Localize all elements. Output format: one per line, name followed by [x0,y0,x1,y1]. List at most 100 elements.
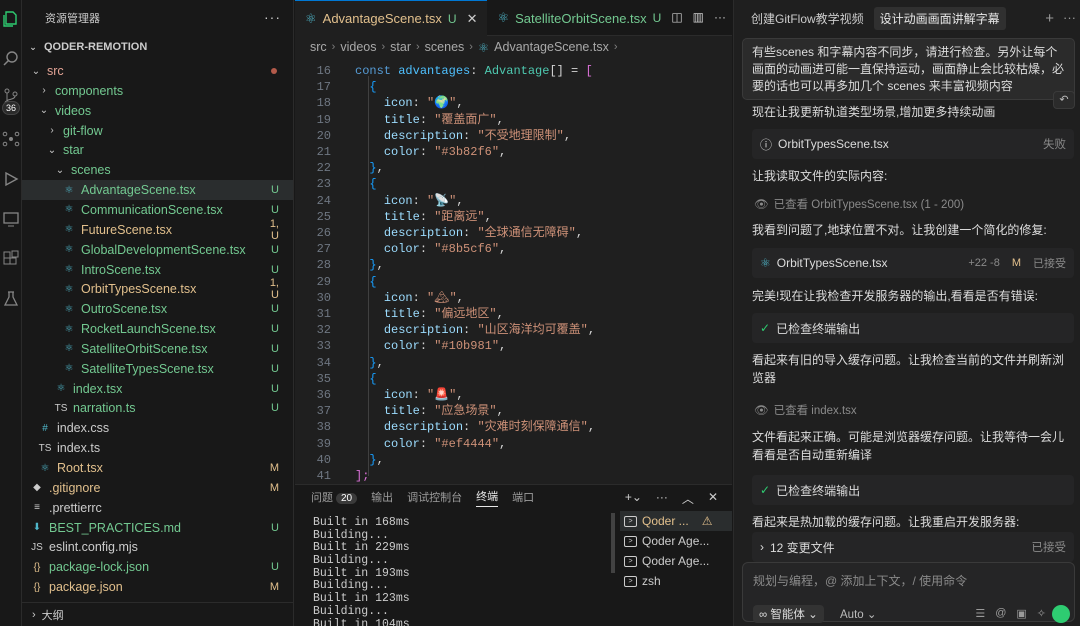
file-item[interactable]: TS index.ts [22,438,293,458]
explorer-icon[interactable] [2,10,20,28]
chat-tab-active[interactable]: 设计动画画面讲解字幕 [873,6,1006,30]
chevron-down-icon: ⌄ [47,144,57,156]
tab-advantage-scene[interactable]: ⚛ AdvantageScene.tsx U ✕ [295,0,488,36]
tab-satellite-orbit-scene[interactable]: ⚛ SatelliteOrbitScene.tsx U [487,0,671,36]
graph-icon[interactable] [2,130,20,148]
line-number: 35 [316,371,331,386]
file-item[interactable]: ⚛ SatelliteTypesScene.tsx U [22,359,293,379]
terminal-scrollbar[interactable] [611,513,615,573]
model-select[interactable]: Auto ⌄ [840,607,877,621]
file-item[interactable]: ⬇ BEST_PRACTICES.md U [22,518,293,538]
breadcrumb-item[interactable]: videos [340,40,376,54]
maximize-panel-icon[interactable]: ︿ [682,490,694,507]
at-icon[interactable]: @ [995,607,1006,620]
folder-item[interactable]: ⌄ videos [22,101,293,121]
terminal-output[interactable]: Built in 168ms Building... Built in 229ms B… [313,516,603,626]
terminal-instance[interactable]: > Qoder Age... [620,531,732,551]
file-item[interactable]: {} package.json M [22,577,293,597]
terminal-instance[interactable]: > Qoder Age... [620,551,732,571]
file-item[interactable]: ⚛ index.tsx U [22,379,293,399]
more-actions-icon[interactable]: ··· [656,490,668,507]
tab-terminal[interactable]: 终端 [476,488,499,507]
chat-tab[interactable]: 创建GitFlow教学视频 [751,10,864,27]
breadcrumb-item[interactable]: src [310,40,327,54]
more-actions-icon[interactable]: ··· [1063,10,1076,25]
file-item[interactable]: # index.css [22,418,293,438]
list-icon[interactable]: ☰ [975,607,985,620]
folder-item[interactable]: ⌄ scenes [22,160,293,180]
file-name: BEST_PRACTICES.md [49,520,181,535]
editor-area: ⚛ AdvantageScene.tsx U ✕ ⚛ SatelliteOrbi… [295,0,732,484]
tool-card-terminal[interactable]: ✓ 已检查终端输出 [752,313,1074,343]
testing-flask-icon[interactable] [2,290,20,308]
outline-section[interactable]: › 大纲 [22,602,293,626]
folder-item[interactable]: ⌄ src [22,61,293,81]
more-actions-icon[interactable]: ··· [264,9,281,25]
file-item[interactable]: JS eslint.config.mjs [22,537,293,557]
css-file-icon: # [42,422,48,434]
send-button[interactable] [1052,605,1070,623]
file-item[interactable]: ⚛ IntroScene.tsx U [22,260,293,280]
file-item[interactable]: ⚛ Root.tsx M [22,458,293,478]
tsx-file-icon: ⚛ [64,244,74,256]
changed-files-card[interactable]: › 12 变更文件 已接受 [752,532,1074,562]
line-number: 17 [316,80,331,95]
tab-ports[interactable]: 端口 [512,489,534,505]
sparkle-icon[interactable]: ✧ [1037,607,1046,620]
ts-file-icon: TS [38,442,52,454]
eye-icon: 👁 [754,405,769,417]
folder-item[interactable]: › git-flow [22,121,293,141]
new-chat-icon[interactable]: + [1045,10,1054,27]
folder-item[interactable]: › components [22,81,293,101]
git-status: 1, U [269,217,279,242]
react-icon: ⚛ [760,256,771,270]
file-item[interactable]: ⚛ OutroScene.tsx U [22,299,293,319]
project-root[interactable]: ⌄ QODER-REMOTION [22,38,293,56]
compare-icon[interactable]: ◫ [671,10,682,24]
tab-debug-console[interactable]: 调试控制台 [407,489,462,505]
chat-input-box: 规划与编程，@ 添加上下文，/ 使用命令 ∞ 智能体 ⌄ Auto ⌄ ☰ @ … [742,562,1075,623]
tool-card-failed[interactable]: ⓘ OrbitTypesScene.tsx 失败 [752,129,1074,159]
viewed-file[interactable]: 👁 已查看 OrbitTypesScene.tsx (1 - 200) [754,196,964,212]
image-icon[interactable]: ▣ [1016,607,1026,620]
file-item[interactable]: ⚛ AdvantageScene.tsx U [22,180,293,201]
breadcrumb-item[interactable]: AdvantageScene.tsx [494,40,609,54]
more-actions-icon[interactable]: ··· [714,10,726,24]
file-item[interactable]: TS narration.ts U [22,398,293,418]
file-item[interactable]: ⚛ GlobalDevelopmentScene.tsx U [22,240,293,260]
split-editor-icon[interactable]: ▥ [693,10,704,24]
breadcrumb-item[interactable]: scenes [425,40,465,54]
terminal-instance[interactable]: > zsh [620,571,732,591]
chat-input[interactable]: 规划与编程，@ 添加上下文，/ 使用命令 [753,572,967,589]
tool-card-terminal[interactable]: ✓ 已检查终端输出 [752,475,1074,505]
file-item[interactable]: ⚛ OrbitTypesScene.tsx 1, U [22,277,293,301]
new-terminal-icon[interactable]: +⌄ [625,490,642,507]
close-icon[interactable]: ✕ [467,11,478,27]
close-panel-icon[interactable]: ✕ [708,490,718,507]
file-item[interactable]: ⚛ CommunicationScene.tsx U [22,200,293,220]
run-debug-icon[interactable] [2,170,20,188]
search-icon[interactable] [2,50,20,68]
code-editor[interactable]: 16 const advantages: Advantage[] = [17 {1… [295,60,732,484]
file-name: scenes [71,163,111,178]
extensions-icon[interactable] [2,250,20,268]
tsx-file-icon: ⚛ [64,363,74,375]
file-item[interactable]: ⚛ RocketLaunchScene.tsx U [22,319,293,339]
tab-label: SatelliteOrbitScene.tsx [515,10,647,26]
remote-explorer-icon[interactable] [2,210,20,228]
folder-item[interactable]: ⌄ star [22,140,293,160]
file-item[interactable]: ⚛ SatelliteOrbitScene.tsx U [22,339,293,359]
file-item[interactable]: ◆ .gitignore M [22,478,293,498]
terminal-instance[interactable]: > Qoder ... ⚠ [620,511,732,531]
tab-output[interactable]: 输出 [371,489,393,505]
mode-select[interactable]: ∞ 智能体 ⌄ [753,605,824,623]
breadcrumb-item[interactable]: star [390,40,411,54]
tool-card-edit[interactable]: ⚛ OrbitTypesScene.tsx +22 -8 M 已接受 [752,248,1074,278]
viewed-file[interactable]: 👁 已查看 index.tsx [754,402,857,418]
file-item[interactable]: {} package-lock.json U [22,557,293,577]
diff-stat: +22 -8 [968,257,1000,269]
git-status: U [271,243,279,256]
file-item[interactable]: ≡ .prettierrc [22,498,293,518]
tab-problems[interactable]: 问题 20 [311,489,358,505]
file-item[interactable]: ⚛ FutureScene.tsx 1, U [22,217,293,242]
